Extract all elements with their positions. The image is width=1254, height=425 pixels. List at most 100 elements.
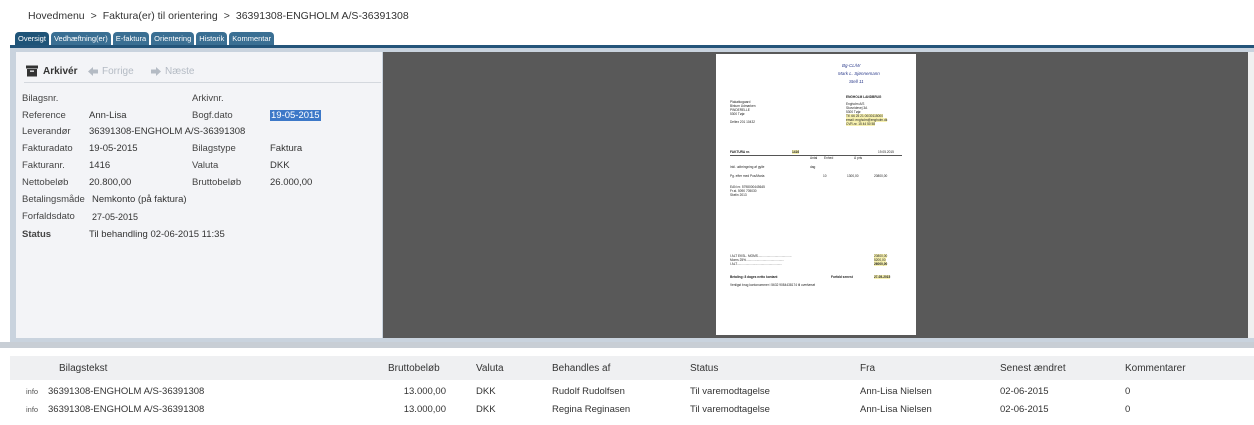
- reference-value: Ann-Lisa: [89, 110, 127, 121]
- breadcrumb: Hovedmenu > Faktura(er) til orientering >36…: [28, 10, 409, 22]
- column-header-valuta[interactable]: Valuta: [476, 363, 504, 374]
- valuta-value: DKK: [270, 160, 290, 171]
- handwritten-note-2: Mark L. Sjønnemann: [838, 71, 880, 76]
- tab-kommentar[interactable]: Kommentar: [229, 32, 275, 45]
- column-header-behandles[interactable]: Behandles af: [552, 363, 610, 374]
- payment-info-line: Skelin 2013: [730, 193, 747, 197]
- faktura-label: FAKTURA nr.: [730, 150, 750, 154]
- cell-valuta: DKK: [476, 386, 496, 397]
- netto-value: 20.800,00: [89, 177, 132, 188]
- invoice-line-1-unit: dag: [810, 165, 816, 169]
- fakturadato-value: 19-05-2015: [89, 143, 138, 154]
- tab-orientering[interactable]: Orientering: [151, 32, 195, 45]
- pane-splitter[interactable]: [0, 342, 1254, 348]
- cell-kommentarer: 0: [1125, 404, 1131, 415]
- arkivnr-label: Arkivnr.: [192, 93, 224, 104]
- totals-label: I ALT...................................…: [730, 262, 783, 266]
- previous-label: Forrige: [102, 65, 134, 77]
- cell-status: Til varemodtagelse: [690, 386, 770, 397]
- bogfdato-value[interactable]: 19-05-2015: [270, 110, 321, 121]
- table-row[interactable]: info 36391308-ENGHOLM A/S-36391308 13.00…: [10, 382, 1254, 400]
- cell-senest: 02-06-2015: [1000, 386, 1049, 397]
- fakturanr-value: 1416: [89, 160, 111, 171]
- reference-label: Reference: [22, 110, 66, 121]
- cell-kommentarer: 0: [1125, 386, 1131, 397]
- tab-efaktura[interactable]: E-faktura: [112, 32, 150, 45]
- betaling-value: Nemkonto (på faktura): [92, 194, 187, 205]
- status-value: Til behandling 02-06-2015 11:35: [89, 229, 225, 240]
- column-header: À pris: [854, 156, 863, 160]
- cell-fra: Ann-Lisa Nielsen: [860, 404, 932, 415]
- cell-behandles: Rudolf Rudolfsen: [552, 386, 625, 397]
- table-row[interactable]: info 36391308-ENGHOLM A/S-36391308 13.00…: [10, 400, 1254, 418]
- column-header-bilagstekst[interactable]: Bilagstekst: [59, 363, 107, 374]
- invoice-page: Bg-CL/W Mark L. Sjønnemann Stell 11 ENGH…: [716, 54, 916, 335]
- breadcrumb-separator: >: [90, 10, 97, 22]
- bogfdato-label: Bogf.dato: [192, 110, 233, 121]
- invoice-line-2-price: 1300,00: [847, 174, 859, 178]
- cell-valuta: DKK: [476, 404, 496, 415]
- cell-senest: 02-06-2015: [1000, 404, 1049, 415]
- leverandor-label: Leverandør: [22, 126, 71, 137]
- column-header: Antal: [810, 156, 818, 160]
- archive-icon: [26, 65, 38, 77]
- archive-label: Arkivér: [43, 65, 78, 77]
- tab-historik[interactable]: Historik: [196, 32, 228, 45]
- breadcrumb-current: 36391308-ENGHOLM A/S-36391308: [235, 10, 409, 22]
- valuta-label: Valuta: [192, 160, 219, 171]
- cell-behandles: Regina Reginasen: [552, 404, 631, 415]
- bilagstype-label: Bilagstype: [192, 143, 236, 154]
- handwritten-note-3: Stell 11: [849, 79, 864, 84]
- bilagsnr-label: Bilagsnr.: [22, 93, 59, 104]
- arrow-right-icon: [151, 66, 161, 76]
- column-header: Enhed: [824, 156, 834, 160]
- next-label: Næste: [165, 65, 195, 77]
- info-link[interactable]: info: [26, 405, 38, 414]
- column-header-senest[interactable]: Senest ændret: [1000, 363, 1066, 374]
- recipient-line: Deltex 201 10432: [730, 120, 755, 124]
- brutto-label: Bruttobeløb: [192, 177, 242, 188]
- bank-account-line: Venligst brug kontonummer i 5632 9084438…: [730, 283, 816, 287]
- recipient-line: 5300 Tøjø: [730, 112, 745, 116]
- viewer-scrollbar[interactable]: [1248, 52, 1254, 338]
- breadcrumb-separator: >: [223, 10, 230, 22]
- faktura-number: 1416: [792, 150, 800, 154]
- invoice-line-2: Pg. efter med Pos/Maria: [730, 174, 765, 178]
- faktura-date: 19.05.2015: [878, 150, 894, 154]
- status-label: Status: [22, 229, 52, 240]
- column-header-fra[interactable]: Fra: [860, 363, 875, 374]
- column-header-kommentarer[interactable]: Kommentarer: [1125, 363, 1186, 374]
- betaling-label: Betalingsmåde: [22, 194, 85, 205]
- previous-button[interactable]: Forrige: [88, 63, 134, 79]
- invoice-details-panel: Arkivér Forrige Næste Bilagsnr. Arkivnr.…: [16, 52, 382, 338]
- forfald-value: 27-05-2015: [92, 212, 139, 222]
- tab-vedhaeftninger[interactable]: Vedhæftning(er): [50, 32, 111, 45]
- column-header-brutto[interactable]: Bruttobeløb: [388, 363, 440, 374]
- forfald-label: Forfaldsdato: [22, 211, 75, 222]
- invoice-line-2-qty: 10: [823, 174, 827, 178]
- tab-oversigt[interactable]: Oversigt: [15, 32, 49, 45]
- next-button[interactable]: Næste: [151, 63, 194, 79]
- cell-fra: Ann-Lisa Nielsen: [860, 386, 932, 397]
- breadcrumb-home[interactable]: Hovedmenu: [28, 10, 85, 22]
- info-link[interactable]: info: [26, 387, 38, 396]
- leverandor-value: 36391308-ENGHOLM A/S-36391308: [89, 126, 246, 137]
- invoice-line-2-total: 20800,00: [874, 174, 888, 178]
- column-header-status[interactable]: Status: [690, 363, 718, 374]
- handwritten-note-1: Bg-CL/W: [842, 63, 861, 68]
- breadcrumb-invoices[interactable]: Faktura(er) til orientering: [103, 10, 218, 22]
- cell-brutto: 13.000,00: [403, 404, 446, 415]
- cell-bilagstekst: 36391308-ENGHOLM A/S-36391308: [48, 386, 205, 397]
- fakturadato-label: Fakturadato: [22, 143, 73, 154]
- totals-value: 26000,00: [874, 262, 888, 266]
- sender-line: CVR-nr. 15 44 50 58: [846, 122, 876, 126]
- arrow-left-icon: [88, 66, 98, 76]
- archive-button[interactable]: Arkivér: [25, 63, 77, 79]
- tab-bar: Oversigt Vedhæftning(er) E-faktura Orien…: [15, 32, 275, 45]
- toolbar: Arkivér Forrige Næste: [24, 63, 381, 83]
- invoice-line-1: Inkl. udbringning af gylle: [730, 165, 765, 169]
- grid-header: Bilagstekst Bruttobeløb Valuta Behandles…: [10, 356, 1254, 380]
- bilagstype-value: Faktura: [270, 143, 303, 154]
- brutto-value: 26.000,00: [270, 177, 313, 188]
- payment-terms: Betaling: 8 dages netto kontant: [730, 275, 778, 279]
